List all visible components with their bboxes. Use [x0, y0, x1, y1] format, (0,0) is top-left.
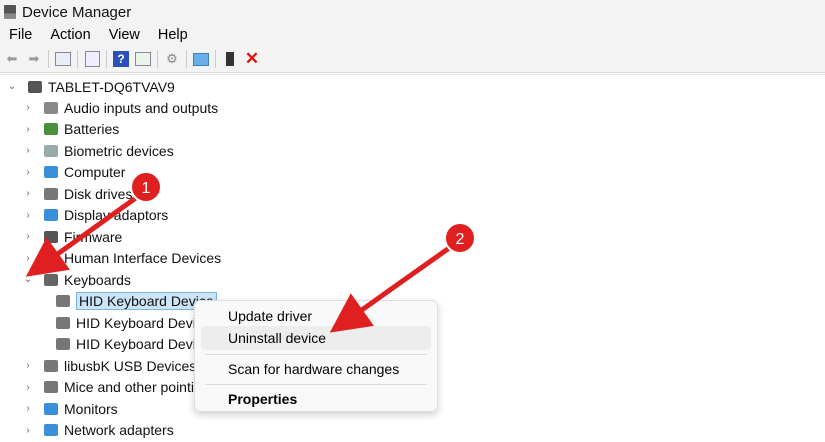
- badge-2-label: 2: [456, 231, 465, 248]
- arrow-2: [329, 243, 454, 333]
- arrow-1: [25, 192, 142, 277]
- annotation-overlay: 1 2: [25, 171, 476, 333]
- badge-1-label: 1: [142, 180, 151, 197]
